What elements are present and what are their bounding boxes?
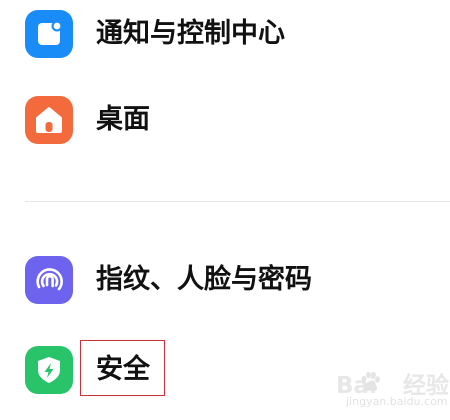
fingerprint-icon	[25, 256, 73, 304]
settings-item-label: 通知与控制中心	[96, 18, 285, 49]
home-icon	[25, 96, 73, 144]
settings-item-label: 指纹、人脸与密码	[96, 264, 312, 295]
settings-item-notification-control-center[interactable]: 通知与控制中心	[0, 1, 450, 67]
highlight-box	[80, 340, 165, 396]
settings-item-desktop[interactable]: 桌面	[0, 87, 450, 153]
section-divider	[25, 201, 450, 202]
settings-item-fingerprint-face-password[interactable]: 指纹、人脸与密码	[0, 247, 450, 313]
shield-icon	[25, 346, 73, 394]
settings-item-label: 桌面	[96, 104, 150, 135]
paw-icon	[361, 371, 380, 391]
watermark: Bai 经验 jingyan.baidu.com	[330, 366, 450, 420]
notification-icon	[25, 10, 73, 58]
watermark-url: jingyan.baidu.com	[346, 395, 448, 408]
